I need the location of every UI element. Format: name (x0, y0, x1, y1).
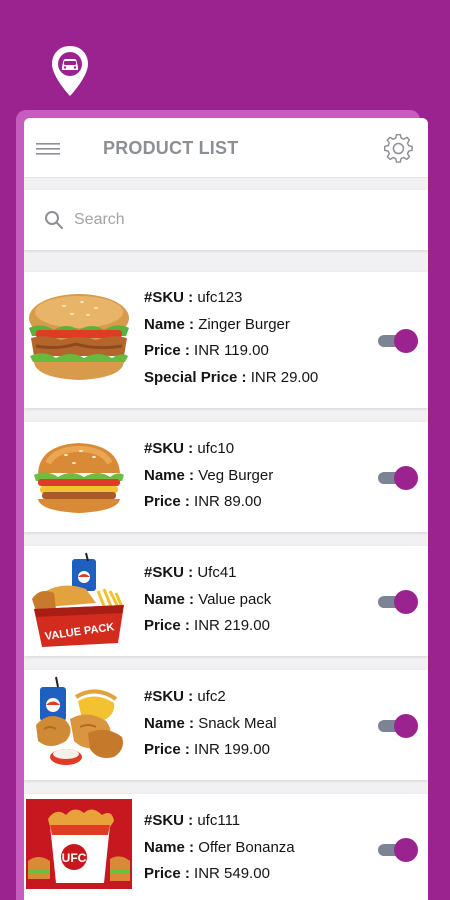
product-image-veg-burger (26, 427, 132, 527)
app-header: PRODUCT LIST (24, 118, 428, 178)
special-price-line: Special Price : INR 29.00 (144, 368, 319, 386)
availability-toggle[interactable] (378, 590, 418, 614)
sku-value: ufc111 (197, 812, 241, 829)
price-value: INR 199.00 (194, 741, 270, 758)
product-card[interactable]: VALUE PACK #SKU : Ufc41 Name : Value pac… (24, 546, 428, 656)
availability-toggle[interactable] (378, 838, 418, 862)
product-card[interactable]: #SKU : ufc123 Name : Zinger Burger Price… (24, 272, 428, 408)
product-list-panel: PRODUCT LIST Search #SKU: ufc123 Name:… (24, 118, 428, 900)
special-price-value: INR 29.00 (250, 368, 319, 386)
name-line: Name : Value pack (144, 590, 272, 608)
sku-value: ufc2 (197, 688, 226, 705)
name-line: Name : Veg Burger (144, 466, 274, 484)
product-info: #SKU : ufc10 Name : Veg Burger Price : I… (144, 436, 273, 516)
name-line: Name : Snack Meal (144, 714, 277, 732)
hamburger-menu-icon[interactable] (36, 143, 62, 155)
price-line: Price : INR 119.00 (144, 342, 269, 359)
price-value: INR 119.00 (194, 342, 269, 359)
price-value: INR 219.00 (194, 617, 270, 634)
product-card[interactable]: #SKU : ufc2 Name : Snack Meal Price : IN… (24, 670, 428, 780)
search-input[interactable] (74, 208, 374, 232)
product-image-zinger-burger (26, 288, 132, 388)
product-info: #SKU : ufc2 Name : Snack Meal Price : IN… (144, 684, 277, 764)
availability-toggle[interactable] (378, 466, 418, 490)
availability-toggle[interactable] (378, 329, 418, 353)
sku-line: #SKU : ufc111 (144, 812, 241, 829)
name-value: Veg Burger (198, 466, 274, 484)
name-line: Name : Zinger Burger (144, 315, 290, 333)
name-value: Snack Meal (198, 714, 277, 732)
price-line: Price : INR 549.00 (144, 865, 270, 882)
sku-line: #SKU : ufc2 (144, 688, 226, 705)
sku-value: ufc10 (197, 440, 235, 457)
product-card[interactable]: UFC #SKU : ufc111 Name : Offer Bonanza P… (24, 794, 428, 900)
name-line: Name : Offer Bonanza (144, 838, 295, 856)
sku-value: ufc123 (197, 289, 243, 306)
price-value: INR 89.00 (194, 493, 262, 510)
product-info: #SKU : ufc123 Name : Zinger Burger Price… (144, 285, 318, 391)
product-image-offer-bonanza: UFC (26, 799, 132, 899)
price-line: Price : INR 219.00 (144, 617, 270, 634)
search-bar (24, 190, 428, 250)
product-image-snack-meal (26, 675, 132, 775)
page-title: PRODUCT LIST (103, 138, 239, 158)
product-info: #SKU : Ufc41 Name : Value pack Price : I… (144, 560, 271, 640)
availability-toggle[interactable] (378, 714, 418, 738)
price-line: Price : INR 199.00 (144, 741, 270, 758)
product-info: #SKU : ufc111 Name : Offer Bonanza Price… (144, 808, 295, 888)
search-icon (45, 211, 63, 229)
product-card[interactable]: #SKU : ufc10 Name : Veg Burger Price : I… (24, 422, 428, 532)
name-value: Value pack (198, 590, 272, 608)
name-value: Offer Bonanza (198, 838, 295, 856)
car-location-pin-icon (52, 46, 88, 96)
name-value: Zinger Burger (198, 315, 290, 333)
sku-line: #SKU : Ufc41 (144, 564, 237, 581)
sku-line: #SKU : ufc10 (144, 440, 235, 457)
sku-value: Ufc41 (197, 564, 237, 581)
price-line: Price : INR 89.00 (144, 493, 262, 510)
product-image-value-pack: VALUE PACK (26, 551, 132, 651)
gear-icon[interactable] (384, 134, 414, 164)
product-list: #SKU : ufc123 Name : Zinger Burger Price… (24, 272, 428, 900)
sku-line: #SKU : ufc123 (144, 289, 243, 306)
ufc-bucket-logo: UFC (62, 851, 87, 865)
price-value: INR 549.00 (194, 865, 270, 882)
